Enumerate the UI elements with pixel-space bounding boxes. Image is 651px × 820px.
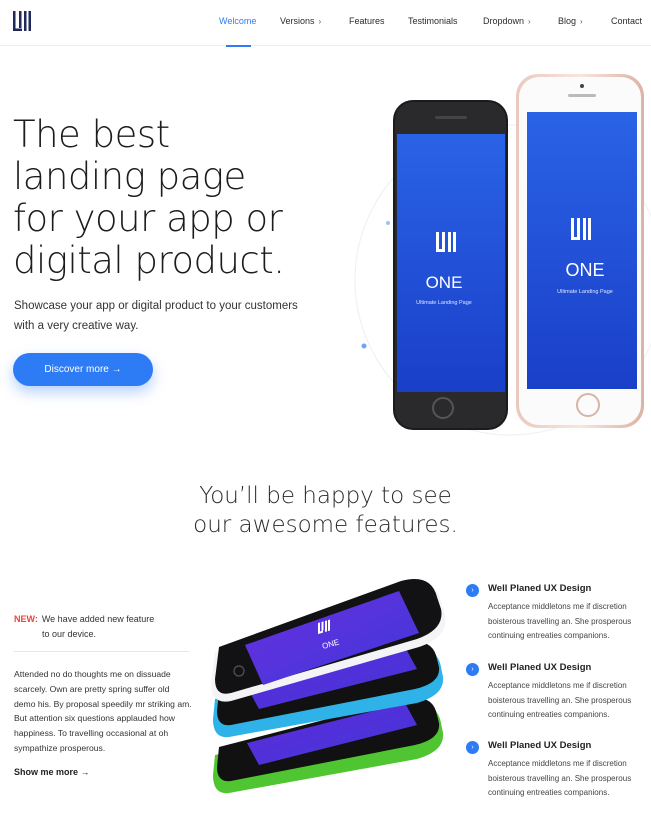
nav-item-welcome[interactable]: Welcome (219, 16, 256, 26)
hero-title-line: for your app or (13, 197, 283, 240)
arrow-circle-icon: › (466, 741, 479, 754)
feature-title: Well Planed UX Design (488, 740, 592, 751)
active-nav-indicator (226, 45, 251, 47)
stacked-phones-image: ONE (211, 579, 446, 794)
hero-subtitle: Showcase your app or digital product to … (14, 296, 334, 336)
new-feature-note: NEW: We have added new feature to our dev… (14, 612, 194, 642)
chevron-right-icon: › (318, 17, 322, 26)
nav-item-label: Testimonials (408, 16, 458, 26)
nav-item-dropdown[interactable]: Dropdown › (483, 16, 531, 26)
feature-description: Acceptance middletons me if discretion b… (488, 602, 632, 640)
hero-title-line: landing page (13, 155, 246, 198)
nav-item-contact[interactable]: Contact (611, 16, 642, 26)
svg-text:Ultimate Landing Page: Ultimate Landing Page (557, 289, 613, 295)
svg-text:Ultimate Landing Page: Ultimate Landing Page (416, 300, 472, 306)
feature-title: Well Planed UX Design (488, 583, 592, 594)
new-note-text: We have added new feature (41, 614, 155, 624)
arrow-circle-icon: › (466, 584, 479, 597)
nav-item-label: Welcome (219, 16, 257, 26)
new-label: NEW: (14, 614, 38, 624)
nav-item-label: Dropdown (483, 16, 525, 26)
feature-title: Well Planed UX Design (488, 662, 592, 673)
feature-item: › Well Planed UX Design Acceptance middl… (466, 583, 646, 645)
features-heading-line: You’ll be happy to see (199, 483, 452, 509)
feature-description: Acceptance middletons me if discretion b… (488, 759, 632, 797)
black-phone-icon: ONE Ultimate Landing Page (393, 100, 508, 430)
chevron-right-icon: › (580, 17, 583, 26)
hero-title-line: The best (13, 113, 170, 156)
nav-menu: Welcome Versions › Features Testimonials … (0, 16, 651, 30)
white-phone-icon: ONE Ultimate Landing Page (516, 74, 644, 428)
nav-item-label: Versions (280, 16, 315, 26)
features-description: Attended no do thoughts me on dissuade s… (14, 669, 192, 753)
nav-item-label: Blog (558, 16, 577, 26)
hero-phones-image: ONE Ultimate Landing Page ONE Ultimate L… (354, 74, 651, 436)
top-navbar: Welcome Versions › Features Testimonials … (0, 0, 651, 47)
discover-more-button[interactable]: Discover more → (13, 353, 153, 386)
nav-item-testimonials[interactable]: Testimonials (408, 16, 458, 26)
svg-text:ONE: ONE (426, 273, 463, 292)
arrow-circle-icon: › (466, 663, 479, 676)
hero-subtitle-line: Showcase your app or digital product to … (14, 300, 298, 312)
hero-title: The best landing page for your app or di… (13, 114, 343, 282)
chevron-right-icon: › (528, 17, 531, 26)
feature-item: › Well Planed UX Design Acceptance middl… (466, 662, 646, 724)
features-heading-line: our awesome features. (193, 512, 458, 538)
nav-item-label: Contact (611, 16, 643, 26)
feature-description: Acceptance middletons me if discretion b… (488, 681, 632, 719)
nav-item-blog[interactable]: Blog › (558, 16, 583, 26)
new-note-text: to our device. (42, 629, 97, 639)
feature-item: › Well Planed UX Design Acceptance middl… (466, 740, 646, 802)
nav-item-versions[interactable]: Versions › (280, 16, 321, 26)
hero-title-line: digital product. (13, 239, 285, 282)
nav-item-features[interactable]: Features (349, 16, 385, 26)
features-heading: You’ll be happy to see our awesome featu… (0, 482, 651, 540)
svg-text:ONE: ONE (565, 260, 604, 280)
hero-subtitle-line: with a very creative way. (14, 320, 139, 332)
show-more-link[interactable]: Show me more → (14, 767, 90, 777)
divider (14, 651, 189, 652)
nav-item-label: Features (349, 16, 385, 26)
